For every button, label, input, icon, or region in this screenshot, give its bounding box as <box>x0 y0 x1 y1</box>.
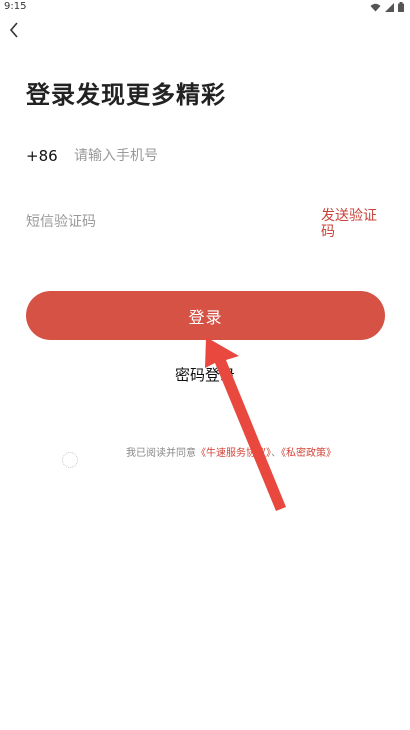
signal-icon <box>385 2 394 12</box>
page-title: 登录发现更多精彩 <box>26 81 226 109</box>
agreement-row: 我已阅读并同意《牛速服务协议》、《私密政策》 <box>62 448 352 472</box>
chevron-left-icon <box>9 22 18 38</box>
terms-link[interactable]: 《牛速服务协议》 <box>196 448 271 459</box>
back-button[interactable] <box>4 18 24 42</box>
sms-code-row: 发送验证码 <box>26 206 388 248</box>
phone-row: +86 <box>26 142 386 170</box>
agree-checkbox[interactable] <box>62 452 78 468</box>
status-bar: 9:15 <box>0 0 410 14</box>
password-login-link[interactable]: 密码登录 <box>0 364 410 385</box>
status-time: 9:15 <box>4 1 27 12</box>
country-code[interactable]: +86 <box>26 147 74 165</box>
privacy-link[interactable]: 《私密政策》 <box>281 448 336 459</box>
send-code-button[interactable]: 发送验证码 <box>321 208 387 240</box>
agreement-separator: 、 <box>271 448 281 459</box>
battery-icon <box>398 2 404 12</box>
agreement-text: 我已阅读并同意《牛速服务协议》、《私密政策》 <box>126 448 348 459</box>
login-button[interactable]: 登录 <box>26 291 385 340</box>
sms-code-input[interactable] <box>26 214 286 230</box>
agreement-prefix: 我已阅读并同意 <box>126 448 196 459</box>
wifi-icon <box>370 3 381 11</box>
status-icons <box>370 2 404 12</box>
phone-input[interactable] <box>74 148 386 164</box>
